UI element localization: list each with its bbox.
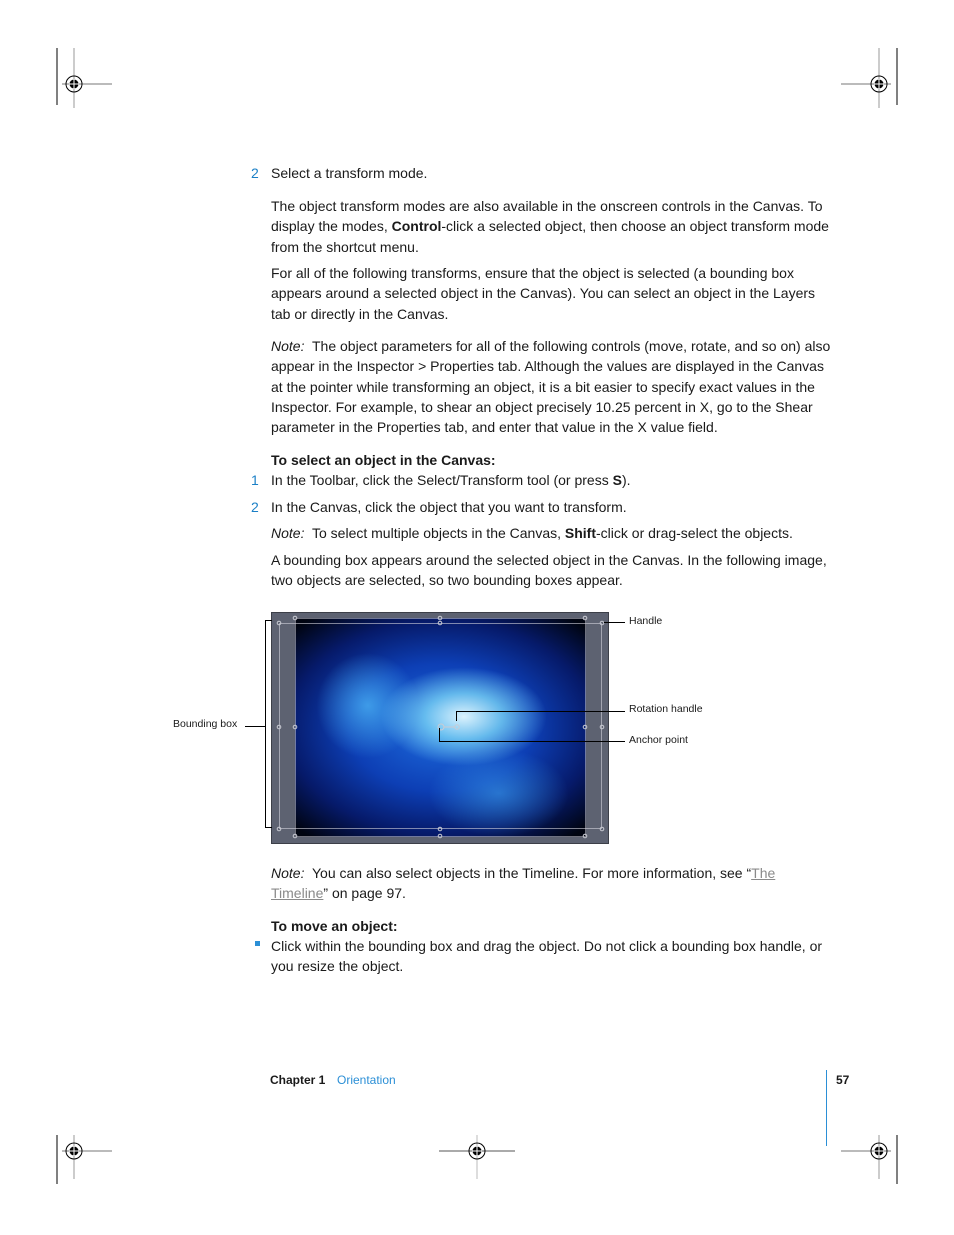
paragraph-selection: For all of the following transforms, ens… — [271, 265, 816, 322]
handle — [292, 615, 298, 621]
paragraph-transform-modes: The object transform modes are also avai… — [271, 196, 831, 257]
handle — [582, 724, 588, 730]
callout-line-bounding-box — [245, 726, 265, 727]
callout-line-rotation — [456, 711, 457, 721]
handle — [276, 620, 282, 626]
handle — [599, 724, 605, 730]
callout-line-handle — [604, 622, 625, 623]
registration-mark-top-right — [841, 48, 891, 108]
callout-bounding-box: Bounding box — [173, 718, 238, 730]
handle — [582, 833, 588, 839]
registration-mark-bottom-left — [62, 1135, 112, 1179]
text: In the Toolbar, click the Select/Transfo… — [271, 472, 613, 488]
registration-mark-bottom-right — [841, 1135, 891, 1179]
page-number: 57 — [836, 1073, 850, 1087]
handle — [292, 724, 298, 730]
note-parameters: Note: The object parameters for all of t… — [271, 336, 831, 437]
handle — [437, 826, 443, 832]
handle — [437, 620, 443, 626]
handle — [276, 724, 282, 730]
text: To select multiple objects in the Canvas… — [312, 525, 565, 541]
callout-rotation-handle: Rotation handle — [629, 703, 703, 715]
step-text: In the Canvas, click the object that you… — [271, 499, 627, 515]
note-timeline: Note: You can also select objects in the… — [271, 863, 831, 904]
bullet-text: Click within the bounding box and drag t… — [271, 938, 823, 975]
rotation-handle — [454, 724, 460, 730]
handle — [437, 615, 443, 621]
handle — [599, 826, 605, 832]
registration-mark-top-left — [62, 48, 112, 108]
handle — [292, 833, 298, 839]
text: ). — [621, 472, 631, 488]
paragraph-bounding-box: A bounding box appears around the select… — [271, 552, 827, 589]
footer-chapter: Chapter 1 — [270, 1073, 326, 1087]
heading-move-object: To move an object: — [271, 918, 398, 934]
callout-handle: Handle — [629, 615, 663, 627]
note-multiple: Note: To select multiple objects in the … — [271, 523, 831, 543]
callout-line-anchor — [439, 728, 440, 742]
callout-anchor-point: Anchor point — [629, 734, 688, 746]
step-text: Select a transform mode. — [271, 165, 428, 181]
note-label: Note: — [271, 338, 305, 354]
handle — [582, 615, 588, 621]
canvas-figure — [271, 612, 609, 844]
callout-line-rotation — [456, 711, 625, 712]
bounding-box-bracket — [265, 620, 272, 828]
key-name: Control — [391, 218, 442, 235]
step-number: 2 — [251, 165, 259, 181]
step-number: 1 — [251, 472, 259, 488]
heading-select-object: To select an object in the Canvas: — [271, 452, 496, 468]
registration-mark-bottom-center — [439, 1135, 515, 1179]
handles — [276, 615, 605, 839]
handle — [276, 826, 282, 832]
key-name: Shift — [564, 525, 597, 541]
bullet-icon — [255, 941, 260, 946]
step-number: 2 — [251, 499, 259, 515]
text: -click or drag-select the objects. — [596, 525, 793, 541]
handle — [437, 833, 443, 839]
text: You can also select objects in the Timel… — [312, 865, 752, 881]
note-label: Note: — [271, 525, 305, 541]
callout-line-anchor — [439, 741, 625, 742]
step-text: In the Toolbar, click the Select/Transfo… — [271, 470, 831, 490]
note-text: The object parameters for all of the fol… — [271, 338, 831, 436]
text: ” on page 97. — [323, 885, 406, 902]
note-label: Note: — [271, 865, 305, 881]
footer-chapter-title[interactable]: Orientation — [337, 1073, 396, 1087]
key-name: S — [612, 472, 622, 488]
footer-divider — [826, 1070, 827, 1146]
